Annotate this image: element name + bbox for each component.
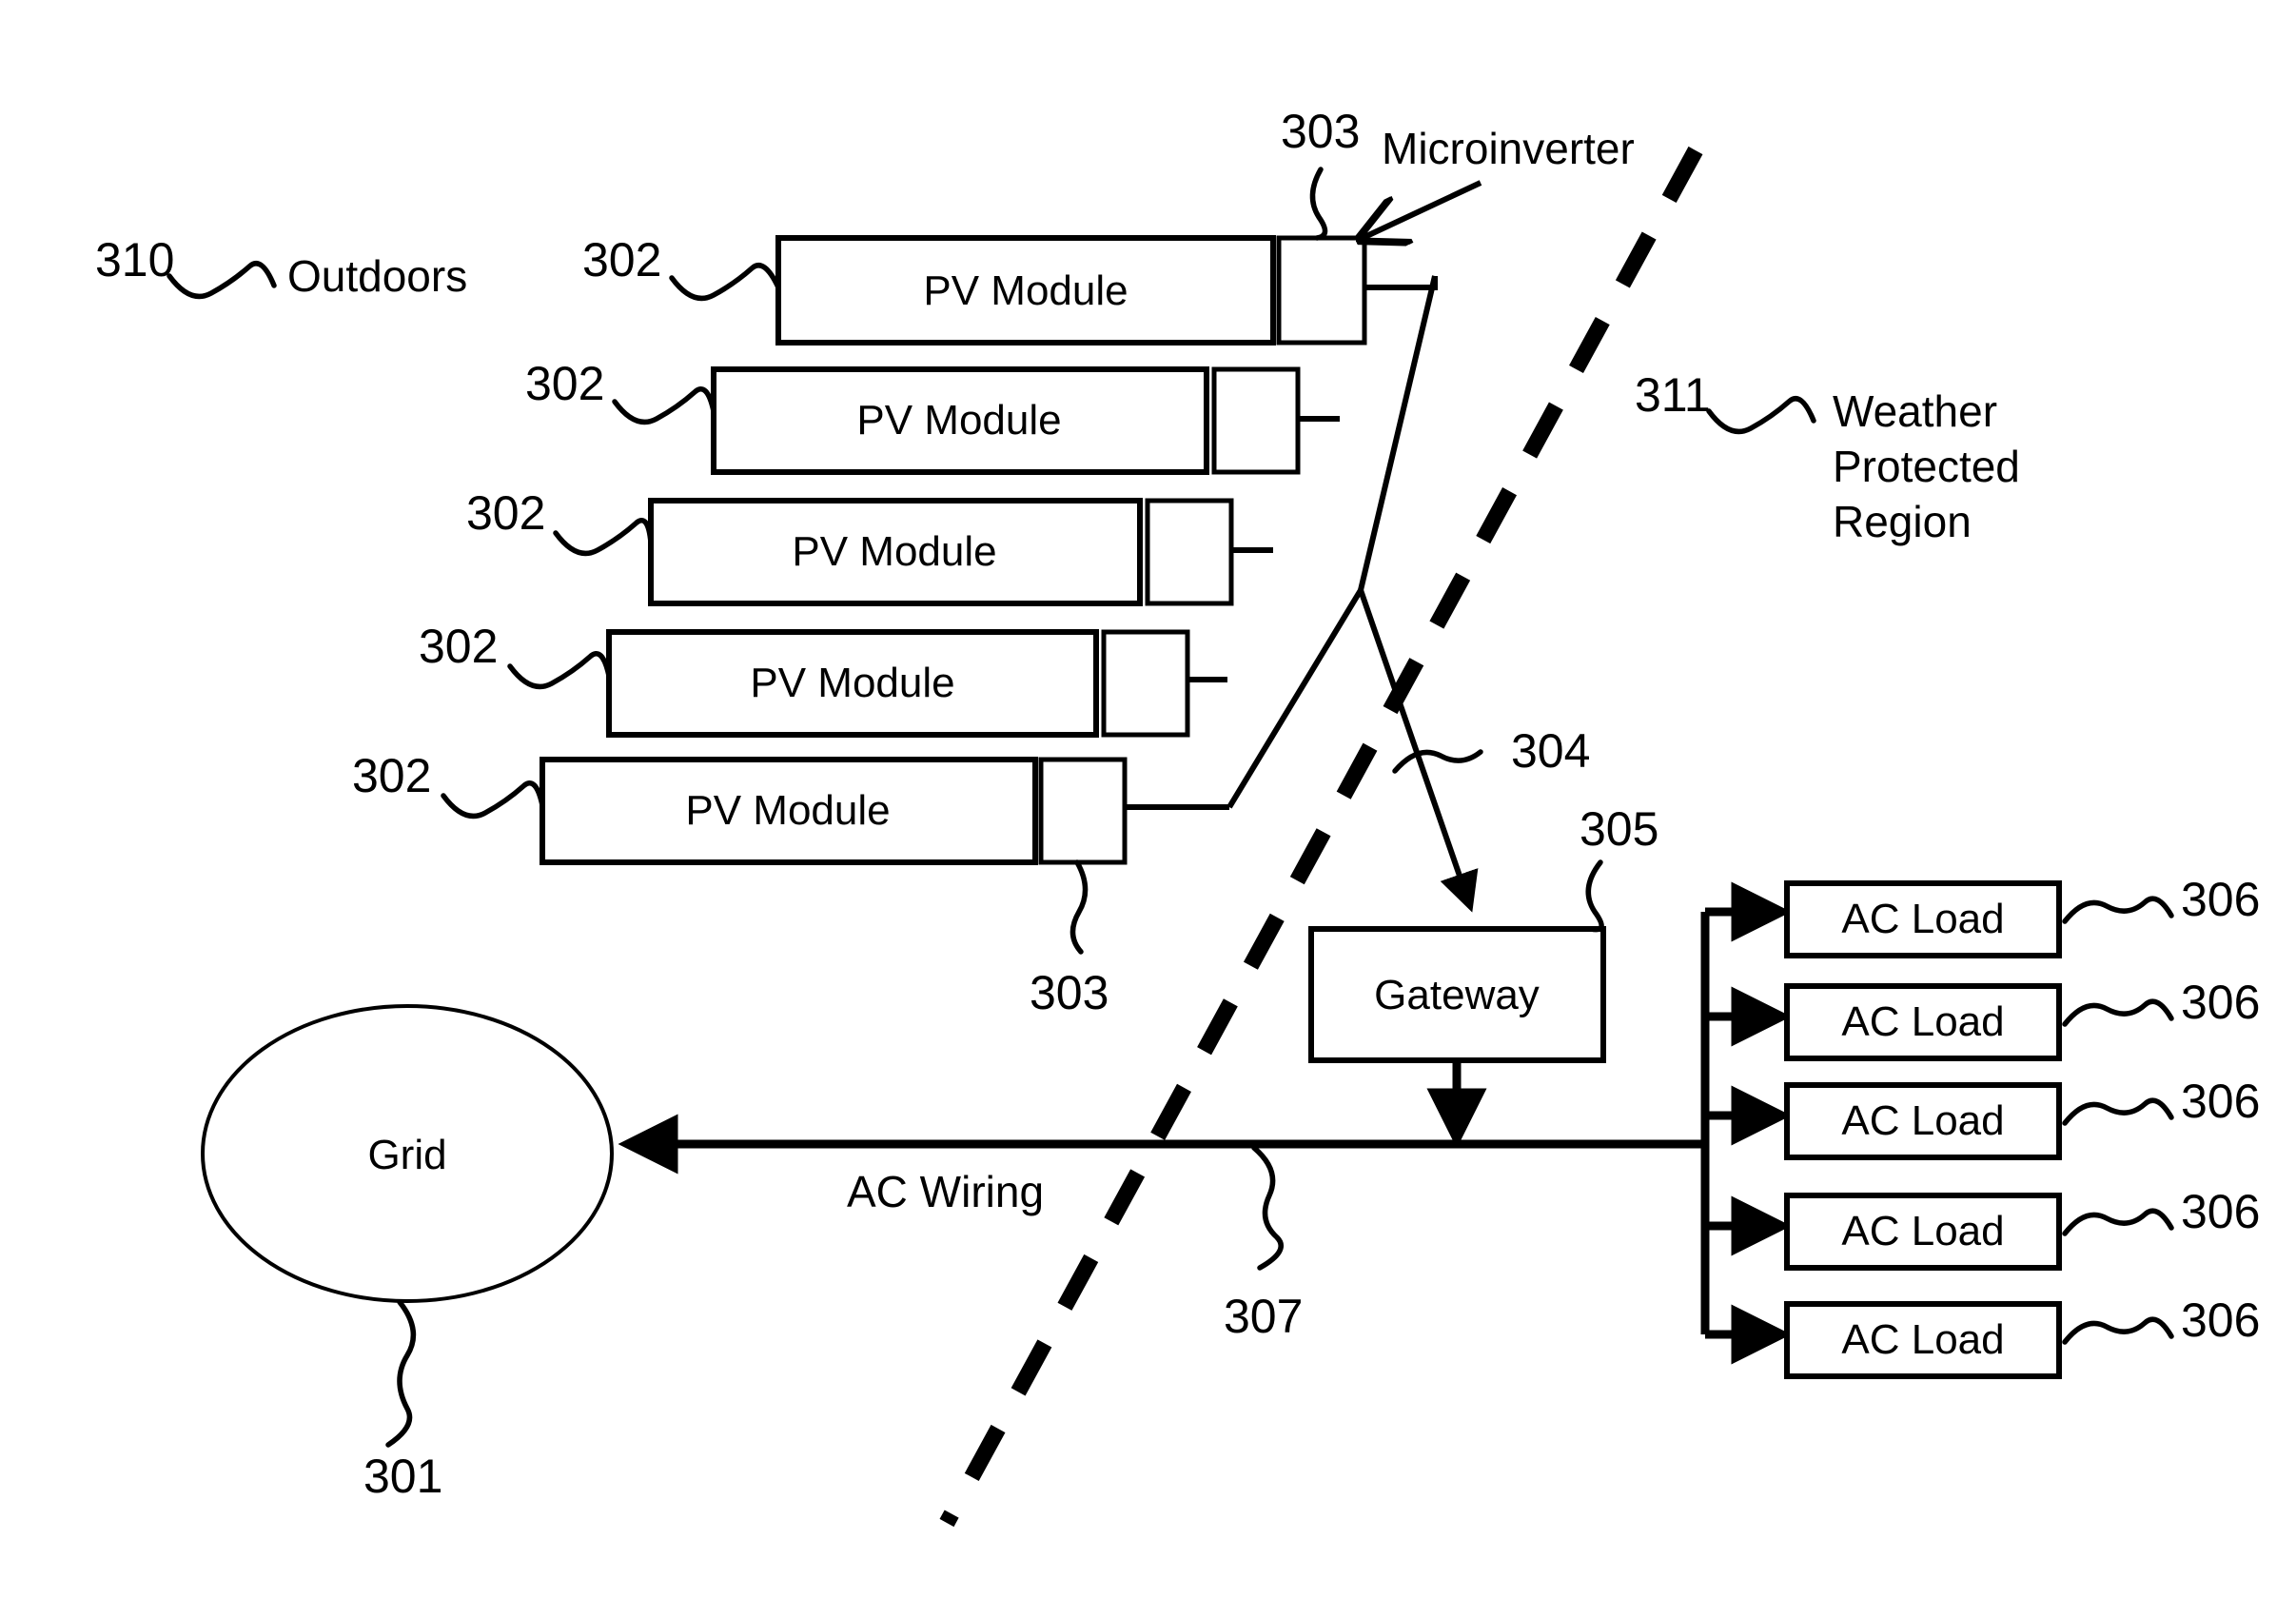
ref-306-row-4: 306 — [2181, 1185, 2260, 1238]
leader-301 — [385, 1299, 417, 1448]
ac-load-label-4: AC Load — [1841, 1208, 2004, 1254]
ref-306-row-1: 306 — [2181, 873, 2260, 926]
pv-trunk-upper-segment — [1358, 275, 1438, 591]
pv-trunk-to-gateway — [1358, 589, 1479, 913]
gateway-group[interactable]: Gateway 305 — [1308, 802, 1658, 1149]
ref-311: 311 — [1635, 368, 1711, 422]
leader-306-row-4 — [2062, 1208, 2174, 1236]
ref-306-row-5: 306 — [2181, 1293, 2260, 1347]
ref-305: 305 — [1580, 802, 1658, 856]
ref-306-row-2: 306 — [2181, 976, 2260, 1029]
ac-load-label-3: AC Load — [1841, 1097, 2004, 1144]
pv-module-row-2[interactable]: PV Module 302 — [525, 357, 1340, 475]
leader-306-row-3 — [2062, 1097, 2174, 1126]
leader-306-row-1 — [2062, 896, 2174, 924]
pv-module-label-4: PV Module — [750, 660, 954, 706]
ac-load-row-4[interactable]: AC Load 306 — [1705, 1185, 2260, 1271]
ref-303-bottom: 303 — [1030, 966, 1109, 1019]
ref-302-row-5: 302 — [352, 749, 431, 802]
leader-306-row-2 — [2062, 998, 2174, 1027]
leader-302-row-3 — [553, 518, 654, 557]
ac-load-row-5[interactable]: AC Load 306 — [1705, 1293, 2260, 1379]
ref-310: 310 — [95, 233, 174, 286]
leader-302-row-2 — [612, 386, 716, 425]
leader-302-row-5 — [441, 780, 545, 819]
leader-310 — [167, 261, 277, 300]
pv-module-row-5[interactable]: PV Module 302 — [352, 749, 1229, 865]
pv-module-label-3: PV Module — [792, 528, 996, 575]
ref-301: 301 — [363, 1450, 442, 1503]
leader-311 — [1706, 396, 1816, 435]
grid-label: Grid — [367, 1132, 446, 1178]
ac-wiring-label: AC Wiring — [847, 1167, 1044, 1216]
leader-302-row-1 — [669, 263, 781, 302]
ref-302-row-3: 302 — [466, 486, 545, 540]
wire-module-1-out — [1364, 276, 1438, 290]
figure-canvas: 310 Outdoors 311 Weather Protected Regio… — [95, 105, 2260, 1528]
microinverter-box-3[interactable] — [1145, 498, 1234, 606]
ref-307: 307 — [1224, 1290, 1303, 1343]
grid-group[interactable]: Grid 301 — [201, 1004, 614, 1503]
leader-303-bottom — [1070, 859, 1089, 955]
ref-303-top: 303 — [1281, 105, 1360, 158]
pv-module-row-3[interactable]: PV Module 302 — [466, 486, 1273, 606]
leader-303-top — [1309, 167, 1328, 241]
gateway-label: Gateway — [1374, 972, 1540, 1018]
weather-region-label-line1: Weather — [1833, 386, 1997, 436]
ac-load-row-3[interactable]: AC Load 306 — [1705, 1075, 2260, 1160]
ac-load-row-1[interactable]: AC Load 306 — [1705, 873, 2260, 958]
patent-figure: 310 Outdoors 311 Weather Protected Regio… — [0, 0, 2296, 1619]
ref-302-row-1: 302 — [582, 233, 661, 286]
pv-module-row-4[interactable]: PV Module 302 — [419, 620, 1227, 738]
microinverter-callout-label: Microinverter — [1382, 124, 1635, 173]
ac-load-label-5: AC Load — [1841, 1316, 2004, 1363]
ac-load-label-2: AC Load — [1841, 998, 2004, 1045]
microinverter-callout-arrow — [1363, 180, 1482, 238]
leader-307 — [1251, 1145, 1284, 1271]
leader-306-row-5 — [2062, 1316, 2174, 1345]
pv-trunk-lower-left-segment — [1226, 588, 1364, 809]
leader-304 — [1392, 749, 1483, 774]
ref-302-row-2: 302 — [525, 357, 604, 410]
weather-region-label-line3: Region — [1833, 497, 1972, 546]
ac-load-label-1: AC Load — [1841, 896, 2004, 942]
microinverter-box-5[interactable] — [1038, 757, 1128, 865]
ref-304: 304 — [1511, 724, 1590, 778]
pv-module-label-5: PV Module — [685, 787, 890, 834]
ac-load-row-2[interactable]: AC Load 306 — [1705, 976, 2260, 1061]
leader-302-row-4 — [507, 651, 612, 690]
microinverter-box-2[interactable] — [1211, 366, 1301, 475]
microinverter-box-4[interactable] — [1101, 629, 1190, 738]
weather-region-label-line2: Protected — [1833, 442, 2020, 491]
leader-305 — [1585, 859, 1604, 933]
pv-module-row-1[interactable]: PV Module 302 — [582, 233, 1438, 346]
ref-306-row-3: 306 — [2181, 1075, 2260, 1128]
outdoors-label: Outdoors — [287, 251, 467, 301]
pv-module-label-1: PV Module — [923, 267, 1128, 314]
ref-302-row-4: 302 — [419, 620, 498, 673]
pv-module-label-2: PV Module — [856, 397, 1061, 444]
microinverter-box-1[interactable] — [1276, 235, 1367, 346]
